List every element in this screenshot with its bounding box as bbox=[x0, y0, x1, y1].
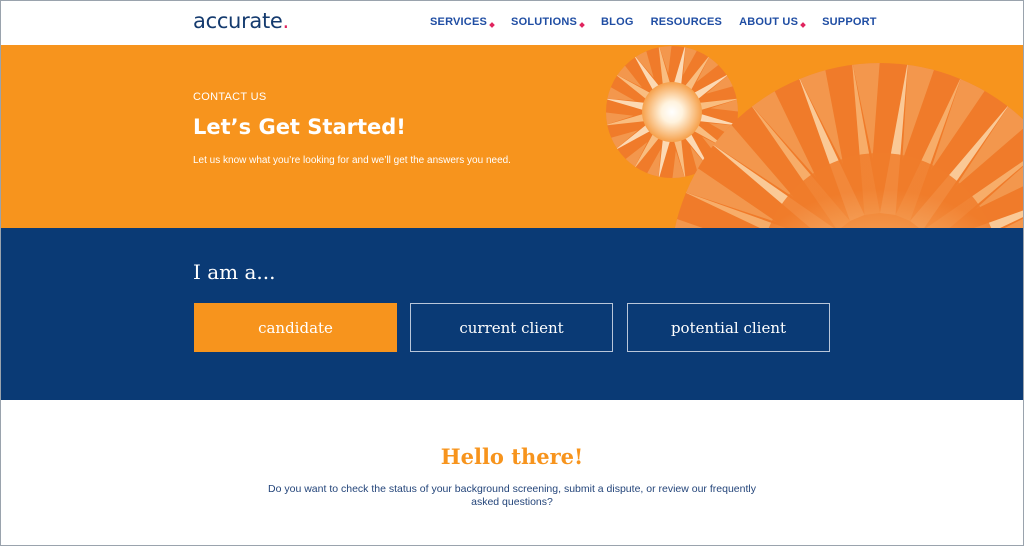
candidate-button[interactable]: candidate bbox=[194, 303, 397, 352]
role-selector-section: I am a... candidate current client poten… bbox=[0, 228, 1024, 400]
dropdown-caret-icon bbox=[489, 22, 495, 28]
nav-label: RESOURCES bbox=[650, 16, 723, 28]
nav-label: BLOG bbox=[601, 16, 634, 28]
logo-text: accurate bbox=[193, 9, 283, 33]
hello-heading: Hello there! bbox=[440, 444, 584, 469]
nav-about-us[interactable]: ABOUT US bbox=[739, 16, 806, 28]
sunburst-graphic bbox=[606, 46, 1024, 228]
nav-blog[interactable]: BLOG bbox=[601, 16, 634, 28]
logo[interactable]: accurate. bbox=[193, 9, 289, 33]
hero-banner: CONTACT US Let’s Get Started! Let us kno… bbox=[0, 45, 1024, 228]
nav-label: ABOUT US bbox=[739, 16, 799, 28]
dropdown-caret-icon bbox=[579, 22, 585, 28]
site-header: accurate. SERVICES SOLUTIONS BLOG RESOUR… bbox=[0, 0, 1024, 45]
nav-label: SOLUTIONS bbox=[511, 16, 577, 28]
page-title: Let’s Get Started! bbox=[193, 115, 406, 139]
main-nav: SERVICES SOLUTIONS BLOG RESOURCES ABOUT … bbox=[430, 16, 877, 28]
potential-client-button[interactable]: potential client bbox=[627, 303, 830, 352]
nav-services[interactable]: SERVICES bbox=[430, 16, 495, 28]
hello-text: Do you want to check the status of your … bbox=[268, 483, 756, 508]
hero-eyebrow: CONTACT US bbox=[193, 91, 267, 103]
nav-label: SUPPORT bbox=[822, 16, 877, 28]
logo-dot: . bbox=[282, 9, 290, 33]
nav-support[interactable]: SUPPORT bbox=[822, 16, 877, 28]
nav-resources[interactable]: RESOURCES bbox=[651, 16, 722, 28]
current-client-button[interactable]: current client bbox=[410, 303, 613, 352]
nav-label: SERVICES bbox=[430, 16, 488, 28]
dropdown-caret-icon bbox=[800, 22, 806, 28]
nav-solutions[interactable]: SOLUTIONS bbox=[511, 16, 585, 28]
role-heading: I am a... bbox=[193, 260, 276, 284]
hero-subtitle: Let us know what you’re looking for and … bbox=[193, 155, 511, 166]
